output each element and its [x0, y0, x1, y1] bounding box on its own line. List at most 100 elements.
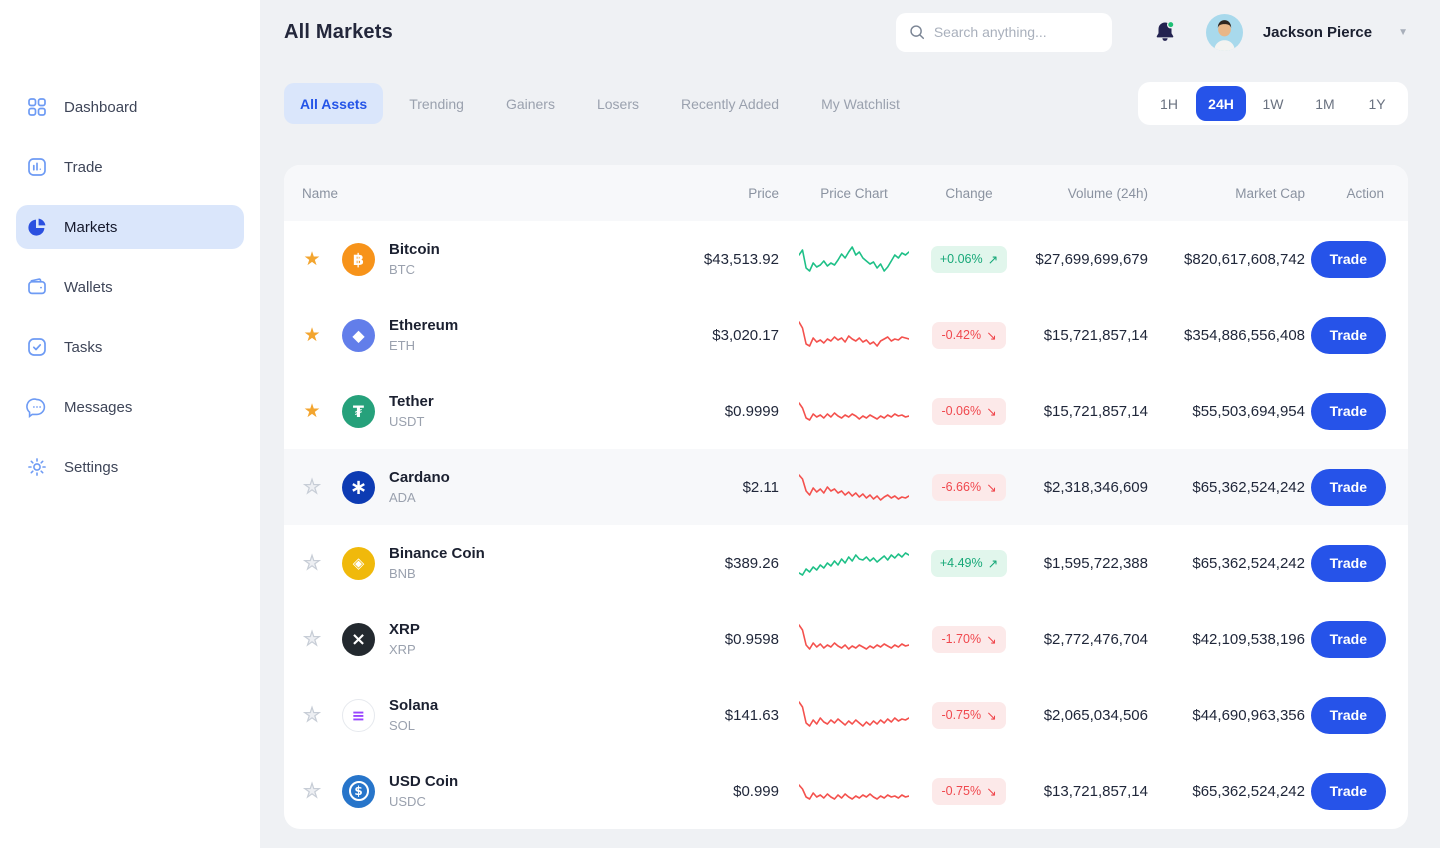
- market-cap: $55,503,694,954: [1148, 403, 1305, 420]
- trade-button[interactable]: Trade: [1311, 697, 1386, 734]
- timeframe-1h[interactable]: 1H: [1144, 86, 1194, 121]
- change-badge: +0.06%↗: [931, 246, 1007, 273]
- sidebar-item-messages[interactable]: Messages: [16, 385, 244, 429]
- table-row-bnb[interactable]: ★ ◈ Binance Coin BNB $389.26 +4.49%↗ $1,…: [284, 525, 1408, 601]
- change-value: -6.66%: [941, 480, 981, 494]
- change-value: -0.42%: [941, 328, 981, 342]
- sidebar-item-tasks[interactable]: Tasks: [16, 325, 244, 369]
- price-sparkline: [799, 697, 909, 733]
- asset-name: USD Coin: [389, 773, 458, 790]
- coin-icon: ∗: [342, 471, 375, 504]
- trade-button[interactable]: Trade: [1311, 317, 1386, 354]
- market-cap: $65,362,524,242: [1148, 555, 1305, 572]
- favorite-star-icon[interactable]: ★: [303, 782, 320, 801]
- pie-chart-icon: [26, 216, 48, 238]
- change-value: -1.70%: [941, 632, 981, 646]
- change-badge: -0.42%↘: [932, 322, 1005, 349]
- search-box[interactable]: [896, 13, 1112, 52]
- trend-arrow-icon: ↗: [988, 252, 998, 267]
- favorite-star-icon[interactable]: ★: [303, 478, 320, 497]
- table-row-sol[interactable]: ★ ≡ Solana SOL $141.63 -0.75%↘ $2,065,03…: [284, 677, 1408, 753]
- trade-button[interactable]: Trade: [1311, 773, 1386, 810]
- favorite-star-icon[interactable]: ★: [303, 250, 320, 269]
- trend-arrow-icon: ↘: [986, 632, 996, 647]
- sidebar: Dashboard Trade Markets Wallets Tasks Me…: [0, 0, 260, 848]
- favorite-star-icon[interactable]: ★: [303, 630, 320, 649]
- coin-icon: ◆: [342, 319, 375, 352]
- favorite-star-icon[interactable]: ★: [303, 706, 320, 725]
- topbar-right: Jackson Pierce ▼: [896, 13, 1408, 52]
- coin-icon: ×: [342, 623, 375, 656]
- price-sparkline: [799, 773, 909, 809]
- table-body: ★ ฿ Bitcoin BTC $43,513.92 +0.06%↗ $27,6…: [284, 221, 1408, 829]
- sidebar-item-dashboard[interactable]: Dashboard: [16, 85, 244, 129]
- bar-chart-icon: [26, 156, 48, 178]
- table-row-ada[interactable]: ★ ∗ Cardano ADA $2.11 -6.66%↘ $2,318,346…: [284, 449, 1408, 525]
- price: $3,020.17: [659, 327, 779, 344]
- wallet-icon: [26, 276, 48, 298]
- asset-name: Cardano: [389, 469, 450, 486]
- caret-down-icon[interactable]: ▼: [1398, 27, 1408, 38]
- change-value: -0.75%: [941, 784, 981, 798]
- page-title: All Markets: [284, 21, 393, 44]
- markets-table: NamePricePrice ChartChangeVolume (24h)Ma…: [284, 165, 1408, 829]
- favorite-star-icon[interactable]: ★: [303, 326, 320, 345]
- tab-recently-added[interactable]: Recently Added: [665, 83, 795, 124]
- sidebar-item-trade[interactable]: Trade: [16, 145, 244, 189]
- trade-button[interactable]: Trade: [1311, 621, 1386, 658]
- volume: $13,721,857,14: [1009, 783, 1148, 800]
- timeframe-24h[interactable]: 24H: [1196, 86, 1246, 121]
- sidebar-item-markets[interactable]: Markets: [16, 205, 244, 249]
- asset-symbol: ADA: [389, 490, 450, 505]
- table-row-btc[interactable]: ★ ฿ Bitcoin BTC $43,513.92 +0.06%↗ $27,6…: [284, 221, 1408, 297]
- price-sparkline: [799, 241, 909, 277]
- trade-button[interactable]: Trade: [1311, 469, 1386, 506]
- trade-button[interactable]: Trade: [1311, 393, 1386, 430]
- notification-bell-icon[interactable]: [1152, 19, 1178, 45]
- sidebar-item-label: Markets: [64, 219, 117, 236]
- market-cap: $65,362,524,242: [1148, 783, 1305, 800]
- coin-icon: $: [342, 775, 375, 808]
- tab-gainers[interactable]: Gainers: [490, 83, 571, 124]
- volume: $15,721,857,14: [1009, 403, 1148, 420]
- trade-button[interactable]: Trade: [1311, 545, 1386, 582]
- favorite-star-icon[interactable]: ★: [303, 402, 320, 421]
- sidebar-item-settings[interactable]: Settings: [16, 445, 244, 489]
- trade-button[interactable]: Trade: [1311, 241, 1386, 278]
- asset-symbol: BNB: [389, 566, 485, 581]
- sidebar-item-label: Messages: [64, 399, 132, 416]
- coin-icon: ◈: [342, 547, 375, 580]
- avatar[interactable]: [1206, 14, 1243, 51]
- sidebar-item-wallets[interactable]: Wallets: [16, 265, 244, 309]
- tab-losers[interactable]: Losers: [581, 83, 655, 124]
- tab-trending[interactable]: Trending: [393, 83, 480, 124]
- tab-my-watchlist[interactable]: My Watchlist: [805, 83, 916, 124]
- price-sparkline: [799, 317, 909, 353]
- main-content: All Markets Jack: [260, 0, 1440, 848]
- price: $0.9999: [659, 403, 779, 420]
- change-badge: -0.75%↘: [932, 702, 1005, 729]
- market-cap: $820,617,608,742: [1148, 251, 1305, 268]
- asset-symbol: SOL: [389, 718, 438, 733]
- price: $0.9598: [659, 631, 779, 648]
- search-input[interactable]: [934, 24, 1100, 40]
- table-row-eth[interactable]: ★ ◆ Ethereum ETH $3,020.17 -0.42%↘ $15,7…: [284, 297, 1408, 373]
- change-value: -0.75%: [941, 708, 981, 722]
- table-row-usdc[interactable]: ★ $ USD Coin USDC $0.999 -0.75%↘ $13,721…: [284, 753, 1408, 829]
- asset-name: Tether: [389, 393, 434, 410]
- coin-icon: ฿: [342, 243, 375, 276]
- sidebar-item-label: Wallets: [64, 279, 113, 296]
- price-sparkline: [799, 545, 909, 581]
- table-row-xrp[interactable]: ★ × XRP XRP $0.9598 -1.70%↘ $2,772,476,7…: [284, 601, 1408, 677]
- asset-tabs: All AssetsTrendingGainersLosersRecently …: [284, 83, 916, 124]
- tab-all-assets[interactable]: All Assets: [284, 83, 383, 124]
- timeframe-1m[interactable]: 1M: [1300, 86, 1350, 121]
- timeframe-1y[interactable]: 1Y: [1352, 86, 1402, 121]
- settings-icon: [26, 456, 48, 478]
- timeframe-1w[interactable]: 1W: [1248, 86, 1298, 121]
- table-row-usdt[interactable]: ★ ₮ Tether USDT $0.9999 -0.06%↘ $15,721,…: [284, 373, 1408, 449]
- asset-name: Ethereum: [389, 317, 458, 334]
- volume: $2,318,346,609: [1009, 479, 1148, 496]
- favorite-star-icon[interactable]: ★: [303, 554, 320, 573]
- change-value: -0.06%: [941, 404, 981, 418]
